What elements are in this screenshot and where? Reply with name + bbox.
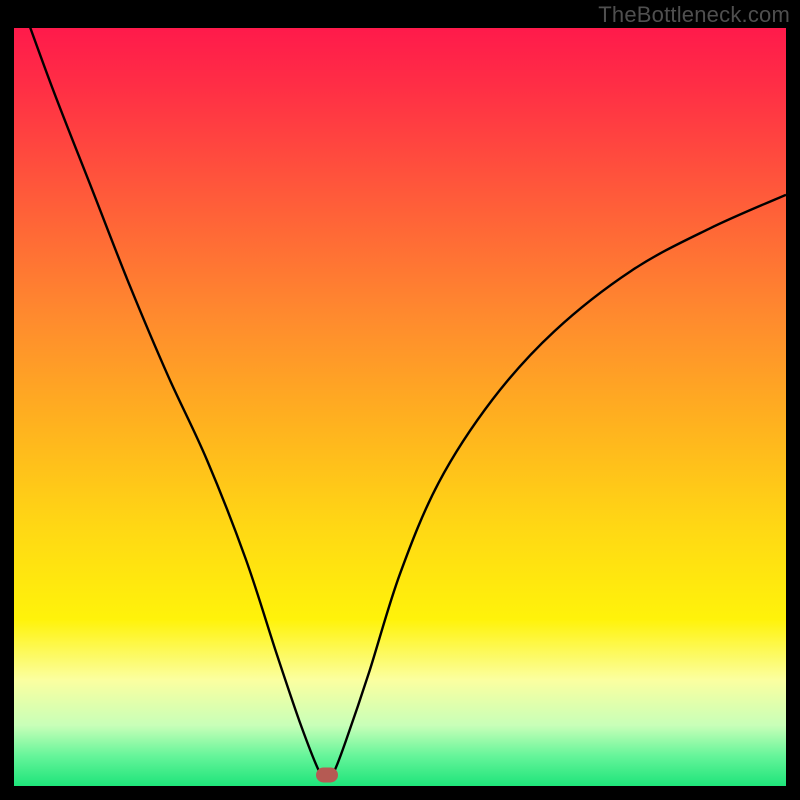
bottleneck-curve (14, 28, 786, 786)
chart-frame: TheBottleneck.com (0, 0, 800, 800)
watermark-text: TheBottleneck.com (598, 2, 790, 28)
optimal-point-marker (316, 768, 338, 783)
curve-path (14, 28, 786, 779)
plot-area (14, 28, 786, 786)
